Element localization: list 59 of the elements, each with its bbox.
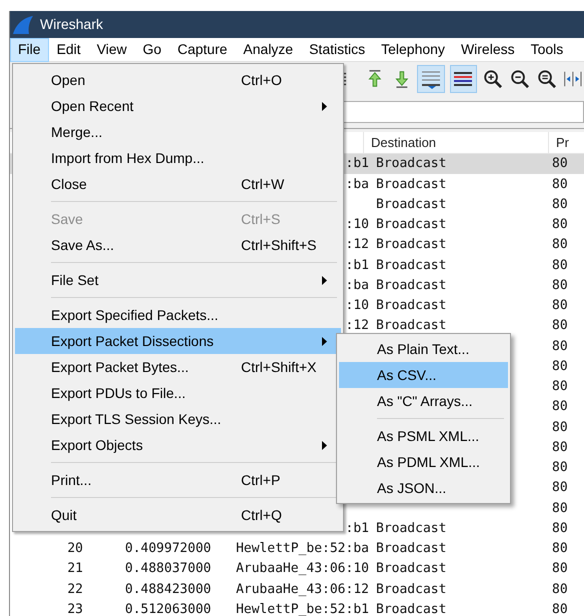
table-cell: :b1 <box>346 520 369 536</box>
table-cell: 80 <box>552 338 568 354</box>
table-cell: HewlettP_be:52:ba <box>236 541 369 556</box>
table-cell: 80 <box>552 440 568 455</box>
table-cell: 20 <box>67 541 83 556</box>
table-cell: :10 <box>346 298 369 314</box>
table-cell: Broadcast <box>376 318 446 334</box>
table-cell: 80 <box>552 156 568 172</box>
table-cell: Broadcast <box>376 520 446 536</box>
table-cell: 80 <box>552 602 568 616</box>
table-cell: 80 <box>552 176 568 192</box>
table-cell: 80 <box>552 217 568 232</box>
table-cell: Broadcast <box>376 217 446 232</box>
table-cell: 80 <box>552 520 568 536</box>
table-cell: 80 <box>552 399 568 414</box>
table-cell: HewlettP_be:52:b1 <box>236 602 369 616</box>
table-cell: 80 <box>552 420 568 435</box>
table-cell: 0.488423000 <box>125 582 212 597</box>
table-cell: 21 <box>67 561 83 576</box>
table-cell: 0.409972000 <box>125 541 212 556</box>
table-cell: :10 <box>346 217 369 232</box>
table-cell: :ba <box>346 176 369 192</box>
table-cell: 80 <box>552 460 568 476</box>
table-cell: 80 <box>552 541 568 556</box>
table-cell: Broadcast <box>376 258 446 273</box>
table-cell: Broadcast <box>376 541 446 556</box>
table-cell: :12 <box>346 318 369 334</box>
table-cell: 0.488037000 <box>125 561 212 576</box>
table-cell: 80 <box>552 196 568 212</box>
table-cell: Broadcast <box>376 298 446 314</box>
table-cell: Broadcast <box>376 237 446 252</box>
table-cell: 80 <box>552 500 568 516</box>
table-cell: Broadcast <box>376 176 446 192</box>
window-title: Wireshark <box>40 15 104 34</box>
table-cell: 80 <box>552 480 568 496</box>
table-cell: 80 <box>552 298 568 314</box>
table-cell: ArubaaHe_43:06:12 <box>236 582 369 597</box>
table-cell: :b1 <box>346 258 369 273</box>
table-cell: :ba <box>346 278 369 293</box>
table-cell: 23 <box>67 602 83 616</box>
table-cell: 80 <box>552 318 568 334</box>
table-cell: 80 <box>552 237 568 252</box>
table-cell: 0.512063000 <box>125 602 212 616</box>
table-cell: :b1 <box>346 156 369 172</box>
table-cell: Broadcast <box>376 602 446 616</box>
table-cell: Broadcast <box>376 278 446 293</box>
table-cell: 80 <box>552 561 568 576</box>
table-cell: 80 <box>552 258 568 273</box>
table-cell: 22 <box>67 582 83 597</box>
table-cell: 80 <box>552 358 568 374</box>
table-cell: 80 <box>552 582 568 597</box>
table-cell: ArubaaHe_43:06:10 <box>236 561 369 576</box>
table-cell: 80 <box>552 278 568 293</box>
table-cell: Broadcast <box>376 561 446 576</box>
table-cell: Broadcast <box>376 196 446 212</box>
table-cell: Broadcast <box>376 582 446 597</box>
table-cell: 80 <box>552 379 568 394</box>
table-cell: :12 <box>346 237 369 252</box>
table-cell: Broadcast <box>376 156 446 172</box>
